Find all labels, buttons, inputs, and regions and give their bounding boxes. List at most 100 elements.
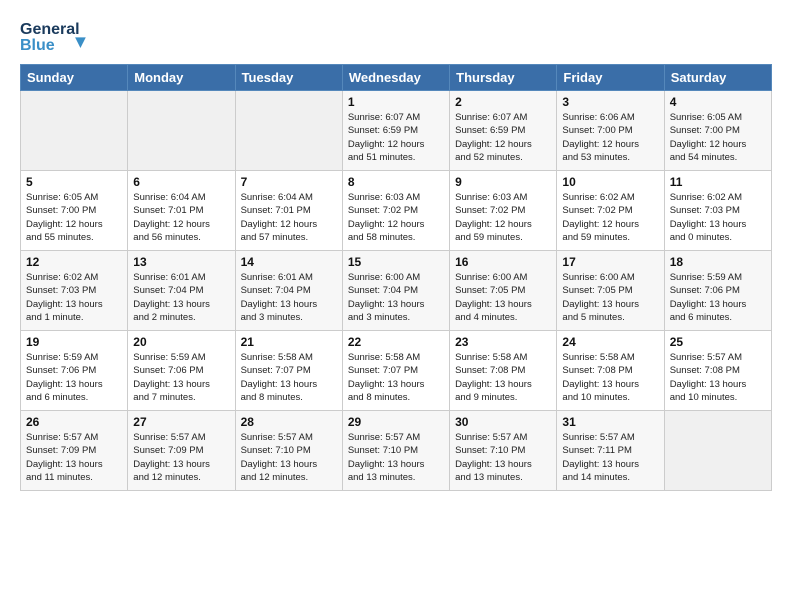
day-cell: 29 Sunrise: 5:57 AM Sunset: 7:10 PM Dayli… xyxy=(342,411,449,491)
day-number: 17 xyxy=(562,255,658,269)
day-info: Sunrise: 6:07 AM Sunset: 6:59 PM Dayligh… xyxy=(455,111,551,164)
logo: General Blue xyxy=(20,16,100,56)
day-info: Sunrise: 5:57 AM Sunset: 7:10 PM Dayligh… xyxy=(241,431,337,484)
weekday-header-saturday: Saturday xyxy=(664,65,771,91)
day-number: 20 xyxy=(133,335,229,349)
day-cell: 18Sunrise: 5:59 AM Sunset: 7:06 PM Dayli… xyxy=(664,251,771,331)
day-info: Sunrise: 5:58 AM Sunset: 7:08 PM Dayligh… xyxy=(562,351,658,404)
day-cell xyxy=(21,91,128,171)
day-info: Sunrise: 6:00 AM Sunset: 7:04 PM Dayligh… xyxy=(348,271,444,324)
week-row-5: 26 Sunrise: 5:57 AM Sunset: 7:09 PM Dayli… xyxy=(21,411,772,491)
calendar: SundayMondayTuesdayWednesdayThursdayFrid… xyxy=(20,64,772,491)
day-info: Sunrise: 5:57 AM Sunset: 7:09 PM Dayligh… xyxy=(133,431,229,484)
day-info: Sunrise: 6:00 AM Sunset: 7:05 PM Dayligh… xyxy=(562,271,658,324)
day-number: 18 xyxy=(670,255,766,269)
day-cell: 13 Sunrise: 6:01 AM Sunset: 7:04 PM Dayli… xyxy=(128,251,235,331)
day-info: Sunrise: 5:57 AM Sunset: 7:10 PM Dayligh… xyxy=(348,431,444,484)
day-cell: 11 Sunrise: 6:02 AM Sunset: 7:03 PM Dayli… xyxy=(664,171,771,251)
day-info: Sunrise: 6:02 AM Sunset: 7:02 PM Dayligh… xyxy=(562,191,658,244)
day-number: 24 xyxy=(562,335,658,349)
day-cell xyxy=(664,411,771,491)
day-number: 26 xyxy=(26,415,122,429)
day-cell: 25 Sunrise: 5:57 AM Sunset: 7:08 PM Dayli… xyxy=(664,331,771,411)
day-info: Sunrise: 6:02 AM Sunset: 7:03 PM Dayligh… xyxy=(670,191,766,244)
day-info: Sunrise: 5:58 AM Sunset: 7:07 PM Dayligh… xyxy=(348,351,444,404)
day-info: Sunrise: 6:03 AM Sunset: 7:02 PM Dayligh… xyxy=(348,191,444,244)
day-info: Sunrise: 5:57 AM Sunset: 7:10 PM Dayligh… xyxy=(455,431,551,484)
day-number: 9 xyxy=(455,175,551,189)
weekday-header-row: SundayMondayTuesdayWednesdayThursdayFrid… xyxy=(21,65,772,91)
weekday-header-thursday: Thursday xyxy=(450,65,557,91)
week-row-1: 1 Sunrise: 6:07 AM Sunset: 6:59 PM Daylig… xyxy=(21,91,772,171)
weekday-header-tuesday: Tuesday xyxy=(235,65,342,91)
day-info: Sunrise: 5:59 AM Sunset: 7:06 PM Dayligh… xyxy=(133,351,229,404)
day-info: Sunrise: 5:58 AM Sunset: 7:07 PM Dayligh… xyxy=(241,351,337,404)
day-cell: 14 Sunrise: 6:01 AM Sunset: 7:04 PM Dayli… xyxy=(235,251,342,331)
day-cell: 17 Sunrise: 6:00 AM Sunset: 7:05 PM Dayli… xyxy=(557,251,664,331)
day-cell: 26 Sunrise: 5:57 AM Sunset: 7:09 PM Dayli… xyxy=(21,411,128,491)
day-number: 15 xyxy=(348,255,444,269)
day-cell: 7 Sunrise: 6:04 AM Sunset: 7:01 PM Daylig… xyxy=(235,171,342,251)
day-cell: 20 Sunrise: 5:59 AM Sunset: 7:06 PM Dayli… xyxy=(128,331,235,411)
day-number: 23 xyxy=(455,335,551,349)
day-info: Sunrise: 6:04 AM Sunset: 7:01 PM Dayligh… xyxy=(241,191,337,244)
day-info: Sunrise: 6:05 AM Sunset: 7:00 PM Dayligh… xyxy=(26,191,122,244)
day-number: 30 xyxy=(455,415,551,429)
day-cell: 10 Sunrise: 6:02 AM Sunset: 7:02 PM Dayli… xyxy=(557,171,664,251)
day-cell: 16 Sunrise: 6:00 AM Sunset: 7:05 PM Dayli… xyxy=(450,251,557,331)
day-info: Sunrise: 6:00 AM Sunset: 7:05 PM Dayligh… xyxy=(455,271,551,324)
day-info: Sunrise: 6:01 AM Sunset: 7:04 PM Dayligh… xyxy=(241,271,337,324)
day-info: Sunrise: 5:58 AM Sunset: 7:08 PM Dayligh… xyxy=(455,351,551,404)
day-number: 21 xyxy=(241,335,337,349)
day-cell: 28 Sunrise: 5:57 AM Sunset: 7:10 PM Dayli… xyxy=(235,411,342,491)
day-number: 8 xyxy=(348,175,444,189)
weekday-header-sunday: Sunday xyxy=(21,65,128,91)
day-info: Sunrise: 6:06 AM Sunset: 7:00 PM Dayligh… xyxy=(562,111,658,164)
weekday-header-wednesday: Wednesday xyxy=(342,65,449,91)
day-number: 22 xyxy=(348,335,444,349)
day-cell: 12Sunrise: 6:02 AM Sunset: 7:03 PM Dayli… xyxy=(21,251,128,331)
day-number: 25 xyxy=(670,335,766,349)
day-cell: 1 Sunrise: 6:07 AM Sunset: 6:59 PM Daylig… xyxy=(342,91,449,171)
day-cell: 24 Sunrise: 5:58 AM Sunset: 7:08 PM Dayli… xyxy=(557,331,664,411)
day-info: Sunrise: 6:07 AM Sunset: 6:59 PM Dayligh… xyxy=(348,111,444,164)
logo-svg: General Blue xyxy=(20,16,100,56)
day-cell: 30 Sunrise: 5:57 AM Sunset: 7:10 PM Dayli… xyxy=(450,411,557,491)
day-number: 11 xyxy=(670,175,766,189)
day-number: 13 xyxy=(133,255,229,269)
svg-text:Blue: Blue xyxy=(20,37,55,54)
day-info: Sunrise: 5:57 AM Sunset: 7:09 PM Dayligh… xyxy=(26,431,122,484)
day-cell: 4 Sunrise: 6:05 AM Sunset: 7:00 PM Daylig… xyxy=(664,91,771,171)
day-number: 5 xyxy=(26,175,122,189)
day-info: Sunrise: 6:05 AM Sunset: 7:00 PM Dayligh… xyxy=(670,111,766,164)
day-cell: 21 Sunrise: 5:58 AM Sunset: 7:07 PM Dayli… xyxy=(235,331,342,411)
day-number: 10 xyxy=(562,175,658,189)
day-number: 14 xyxy=(241,255,337,269)
day-cell: 3 Sunrise: 6:06 AM Sunset: 7:00 PM Daylig… xyxy=(557,91,664,171)
day-info: Sunrise: 6:03 AM Sunset: 7:02 PM Dayligh… xyxy=(455,191,551,244)
day-cell: 22 Sunrise: 5:58 AM Sunset: 7:07 PM Dayli… xyxy=(342,331,449,411)
day-cell: 31 Sunrise: 5:57 AM Sunset: 7:11 PM Dayli… xyxy=(557,411,664,491)
day-number: 31 xyxy=(562,415,658,429)
day-number: 28 xyxy=(241,415,337,429)
day-cell xyxy=(128,91,235,171)
day-number: 16 xyxy=(455,255,551,269)
weekday-header-friday: Friday xyxy=(557,65,664,91)
svg-text:General: General xyxy=(20,21,80,38)
day-cell: 9 Sunrise: 6:03 AM Sunset: 7:02 PM Daylig… xyxy=(450,171,557,251)
day-number: 4 xyxy=(670,95,766,109)
day-number: 7 xyxy=(241,175,337,189)
day-number: 29 xyxy=(348,415,444,429)
day-cell xyxy=(235,91,342,171)
day-info: Sunrise: 5:57 AM Sunset: 7:11 PM Dayligh… xyxy=(562,431,658,484)
day-cell: 19Sunrise: 5:59 AM Sunset: 7:06 PM Dayli… xyxy=(21,331,128,411)
day-number: 6 xyxy=(133,175,229,189)
day-number: 1 xyxy=(348,95,444,109)
day-info: Sunrise: 5:57 AM Sunset: 7:08 PM Dayligh… xyxy=(670,351,766,404)
day-cell: 6 Sunrise: 6:04 AM Sunset: 7:01 PM Daylig… xyxy=(128,171,235,251)
day-number: 3 xyxy=(562,95,658,109)
day-info: Sunrise: 6:01 AM Sunset: 7:04 PM Dayligh… xyxy=(133,271,229,324)
day-info: Sunrise: 6:04 AM Sunset: 7:01 PM Dayligh… xyxy=(133,191,229,244)
week-row-3: 12Sunrise: 6:02 AM Sunset: 7:03 PM Dayli… xyxy=(21,251,772,331)
page: General Blue SundayMondayTuesdayWednesda… xyxy=(0,0,792,507)
